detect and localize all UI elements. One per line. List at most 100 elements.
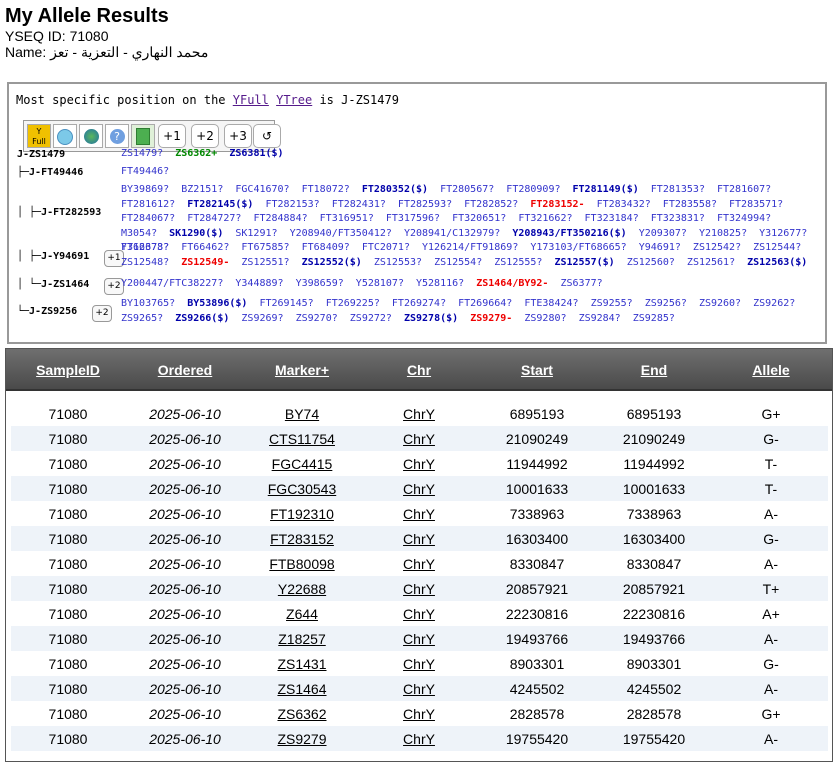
- tree-node-label[interactable]: ├─J-FT49446: [17, 167, 83, 178]
- cell-ordered: 2025-06-10: [149, 656, 221, 672]
- cell-chr[interactable]: ChrY: [379, 531, 459, 547]
- snp-marker[interactable]: Y208943/FT350216($): [512, 228, 626, 239]
- cell-chr[interactable]: ChrY: [379, 631, 459, 647]
- yfull-icon[interactable]: Y Full: [27, 124, 51, 148]
- cell-sampleid: 71080: [48, 531, 88, 547]
- cell-marker[interactable]: ZS1464: [252, 681, 352, 697]
- snp-marker[interactable]: ZS6381($): [229, 148, 283, 159]
- snp-marker[interactable]: FT280352($): [362, 184, 428, 195]
- snp-list: ZS1479? ZS6362+ ZS6381($): [121, 147, 815, 162]
- snp-marker[interactable]: FT281149($): [573, 184, 639, 195]
- cell-chr[interactable]: ChrY: [379, 706, 459, 722]
- snp-marker: FT320651?: [452, 213, 507, 224]
- cell-chr[interactable]: ChrY: [379, 406, 459, 422]
- cell-chr[interactable]: ChrY: [379, 581, 459, 597]
- tree-node-label[interactable]: └─J-ZS9256: [17, 306, 77, 317]
- col-header-ordered[interactable]: Ordered: [145, 362, 225, 378]
- calculator-icon[interactable]: [131, 124, 155, 148]
- snp-marker[interactable]: ZS12563($): [747, 257, 807, 268]
- snp-marker: ZS9279-: [470, 312, 513, 324]
- table-row: 71080 2025-06-10 FTB80098 ChrY 8330847 833084…: [11, 551, 828, 576]
- cell-marker[interactable]: FTB80098: [252, 556, 352, 572]
- cell-marker[interactable]: Z18257: [252, 631, 352, 647]
- cell-marker[interactable]: Z644: [252, 606, 352, 622]
- cell-start: 16303400: [505, 531, 569, 547]
- cell-chr[interactable]: ChrY: [379, 431, 459, 447]
- help-icon[interactable]: ?: [105, 124, 129, 148]
- snp-marker[interactable]: FT282145($): [187, 199, 253, 210]
- cell-marker[interactable]: BY74: [252, 406, 352, 422]
- cell-marker[interactable]: Y22688: [252, 581, 352, 597]
- expand-2-button[interactable]: +2: [191, 124, 219, 148]
- cell-chr[interactable]: ChrY: [379, 481, 459, 497]
- reset-button[interactable]: ↺: [253, 124, 281, 148]
- ytree-link[interactable]: YTree: [276, 93, 312, 107]
- snp-marker: FT280909?: [506, 184, 561, 195]
- snp-marker: FT67585?: [241, 242, 290, 253]
- expand-3-button[interactable]: +3: [224, 124, 252, 148]
- snp-marker[interactable]: ZS9266($): [175, 313, 229, 324]
- table-row: 71080 2025-06-10 FGC4415 ChrY 11944992 119449…: [11, 451, 828, 476]
- snp-marker: Y312677?: [759, 227, 808, 239]
- map-icon[interactable]: [53, 124, 77, 148]
- expand-zs9256-button[interactable]: +2: [92, 305, 112, 322]
- snp-marker: Y528107?: [355, 278, 404, 289]
- cell-chr[interactable]: ChrY: [379, 606, 459, 622]
- col-header-allele[interactable]: Allele: [731, 362, 811, 378]
- page-header: My Allele Results YSEQ ID: 71080 Name: م…: [5, 4, 208, 60]
- cell-end: 7338963: [626, 506, 682, 522]
- col-header-sampleid[interactable]: SampleID: [28, 362, 108, 378]
- expand-1-button[interactable]: +1: [158, 124, 186, 148]
- snp-marker: FT284067?: [121, 213, 176, 224]
- cell-marker[interactable]: FGC30543: [252, 481, 352, 497]
- cell-marker[interactable]: FT283152: [252, 531, 352, 547]
- cell-ordered: 2025-06-10: [149, 431, 221, 447]
- tree-node-label[interactable]: │ └─J-ZS1464: [17, 279, 89, 290]
- cell-start: 6895193: [509, 406, 565, 422]
- tree-node-label[interactable]: │ ├─J-Y94691: [17, 251, 89, 262]
- cell-chr[interactable]: ChrY: [379, 456, 459, 472]
- snp-marker: FT282852?: [464, 198, 519, 210]
- snp-marker[interactable]: BY53896($): [187, 298, 247, 309]
- table-row: 71080 2025-06-10 Y22688 ChrY 20857921 2085792…: [11, 576, 828, 601]
- snp-marker: FT324994?: [716, 213, 772, 224]
- snp-marker: Y208941/C132979?: [403, 227, 501, 239]
- snp-marker[interactable]: ZS9278($): [404, 313, 458, 324]
- cell-marker[interactable]: FT192310: [252, 506, 352, 522]
- snp-marker[interactable]: ZS12557($): [554, 257, 614, 268]
- cell-end: 4245502: [626, 681, 682, 697]
- tree-node-label[interactable]: J-ZS1479: [17, 149, 65, 160]
- cell-marker[interactable]: CTS11754: [252, 431, 352, 447]
- snp-marker: FT321662?: [518, 213, 573, 224]
- snp-marker: FT269664?: [458, 298, 513, 309]
- cell-marker[interactable]: ZS9279: [252, 731, 352, 747]
- yfull-link[interactable]: YFull: [233, 93, 269, 107]
- cell-chr[interactable]: ChrY: [379, 656, 459, 672]
- table-row: 71080 2025-06-10 FT283152 ChrY 16303400 16303…: [11, 526, 828, 551]
- cell-chr[interactable]: ChrY: [379, 731, 459, 747]
- globe-icon[interactable]: [79, 124, 103, 148]
- snp-marker: ZS6377?: [560, 278, 603, 289]
- cell-end: 16303400: [622, 531, 686, 547]
- col-header-start[interactable]: Start: [497, 362, 577, 378]
- col-header-end[interactable]: End: [614, 362, 694, 378]
- cell-chr[interactable]: ChrY: [379, 556, 459, 572]
- cell-marker[interactable]: ZS1431: [252, 656, 352, 672]
- cell-allele: A-: [764, 731, 778, 747]
- snp-marker[interactable]: ZS12552($): [302, 257, 362, 268]
- cell-chr[interactable]: ChrY: [379, 506, 459, 522]
- cell-start: 21090249: [505, 431, 569, 447]
- col-header-marker[interactable]: Marker+: [262, 362, 342, 378]
- cell-marker[interactable]: ZS6362: [252, 706, 352, 722]
- tree-node-label[interactable]: │ ├─J-FT282593: [17, 207, 101, 218]
- snp-marker: Y126214/FT91869?: [422, 242, 519, 253]
- cell-marker[interactable]: FGC4415: [252, 456, 352, 472]
- cell-sampleid: 71080: [48, 431, 88, 447]
- table-row: 71080 2025-06-10 ZS1431 ChrY 8903301 8903301 G…: [11, 651, 828, 676]
- snp-marker[interactable]: SK1290($): [169, 228, 223, 239]
- col-header-chr[interactable]: Chr: [379, 362, 459, 378]
- cell-end: 21090249: [622, 431, 686, 447]
- cell-chr[interactable]: ChrY: [379, 681, 459, 697]
- most-specific-line: Most specific position on the YFull YTre…: [16, 93, 399, 107]
- table-header: SampleID Ordered Marker+ Chr Start End A…: [6, 349, 832, 391]
